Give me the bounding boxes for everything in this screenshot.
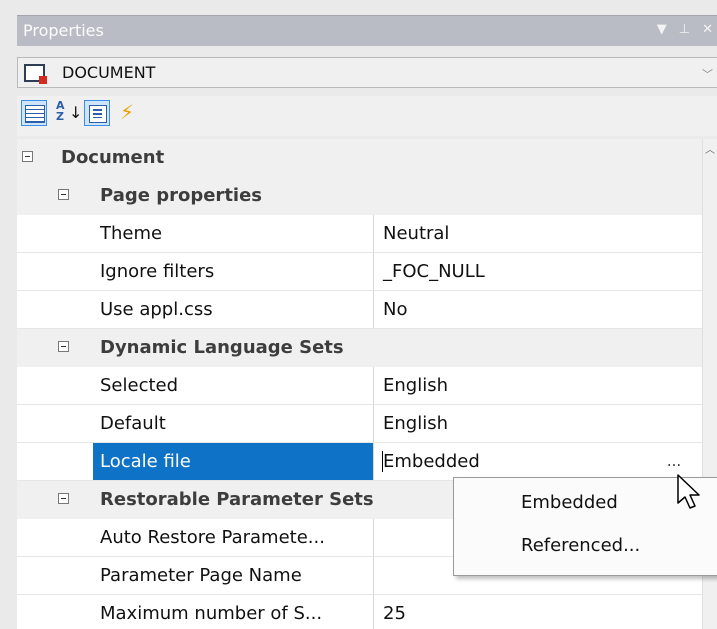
collapse-icon[interactable] [58,189,69,200]
property-name-cell[interactable]: Use appl.css [93,291,374,328]
property-value-cell[interactable]: English [374,405,702,442]
collapse-icon[interactable] [22,151,33,162]
property-name-cell[interactable]: Default [93,405,374,442]
pin-icon[interactable]: ⊥ [679,22,690,37]
text-caret [382,451,383,472]
scroll-up-icon[interactable]: ︿ [705,141,715,156]
category-row[interactable]: Dynamic Language Sets [17,329,717,367]
dropdown-arrow-icon[interactable]: ▼ [657,22,667,37]
property-name-cell[interactable]: Ignore filters [93,253,374,290]
mouse-cursor-icon [677,474,700,509]
property-value-cell[interactable]: English [374,367,702,404]
property-name: Theme [100,223,163,244]
dropdown-option-embedded[interactable]: Embedded [521,492,618,513]
collapse-icon[interactable] [58,341,69,352]
chevron-down-icon[interactable]: ﹀ [702,66,713,82]
property-name: Maximum number of S... [100,603,323,624]
property-row[interactable]: Theme Neutral [17,215,717,253]
property-value: 25 [383,603,406,624]
property-value-cell[interactable]: Embedded [374,443,702,480]
collapse-icon[interactable] [58,493,69,504]
property-name-cell[interactable]: Selected [93,367,374,404]
property-name: Auto Restore Paramete... [100,527,325,548]
property-value-cell[interactable]: 25 [374,595,702,629]
property-name-cell[interactable]: Maximum number of S... [93,595,374,629]
property-value: No [383,299,408,320]
object-selector[interactable]: DOCUMENT ﹀ [17,57,717,88]
alphabetical-button[interactable]: AZ ↓ [53,99,82,126]
property-value: English [383,413,448,434]
property-row[interactable]: Selected English [17,367,717,405]
property-pages-button[interactable] [84,100,110,126]
property-value-cell[interactable]: No [374,291,702,328]
category-row[interactable]: Document [17,139,717,177]
property-value[interactable]: Embedded [383,443,480,481]
property-name-cell[interactable]: Theme [93,215,374,252]
property-name: Selected [100,375,179,396]
categorized-icon [25,105,45,123]
category-label: Dynamic Language Sets [100,337,344,358]
category-label: Document [61,147,165,168]
property-name: Ignore filters [100,261,215,282]
categorized-button[interactable] [21,100,47,126]
panel-title-bar: Properties ▼ ⊥ ✕ [17,15,717,46]
property-name: Default [100,413,166,434]
property-value: _FOC_NULL [383,261,485,282]
property-row[interactable]: Default English [17,405,717,443]
property-value: English [383,375,448,396]
property-value-cell[interactable]: Neutral [374,215,702,252]
property-pages-icon [89,105,107,123]
property-name: Locale file [100,451,191,472]
property-value-cell[interactable]: _FOC_NULL [374,253,702,290]
property-row[interactable]: Locale file Embedded... [17,443,717,481]
property-row[interactable]: Maximum number of S... 25 [17,595,717,629]
property-value: Neutral [383,223,450,244]
sort-alpha-icon: AZ [56,99,65,123]
property-toolbar: AZ ↓ ⚡ [17,96,717,136]
events-button[interactable]: ⚡ [115,100,141,126]
property-name: Use appl.css [100,299,213,320]
property-name-cell[interactable]: Locale file [93,443,374,480]
property-name-cell[interactable]: Parameter Page Name [93,557,374,594]
lightning-icon: ⚡ [120,100,135,124]
panel-title: Properties [23,21,104,40]
category-row[interactable]: Page properties [17,177,717,215]
document-icon [24,64,47,84]
category-label: Page properties [100,185,263,206]
close-icon[interactable]: ✕ [702,22,713,37]
object-name: DOCUMENT [62,63,156,82]
category-label: Restorable Parameter Sets [100,489,374,510]
property-name: Parameter Page Name [100,565,302,586]
dropdown-option-referenced[interactable]: Referenced... [521,535,640,556]
property-name-cell[interactable]: Auto Restore Paramete... [93,519,374,556]
property-row[interactable]: Use appl.css No [17,291,717,329]
property-row[interactable]: Ignore filters _FOC_NULL [17,253,717,291]
